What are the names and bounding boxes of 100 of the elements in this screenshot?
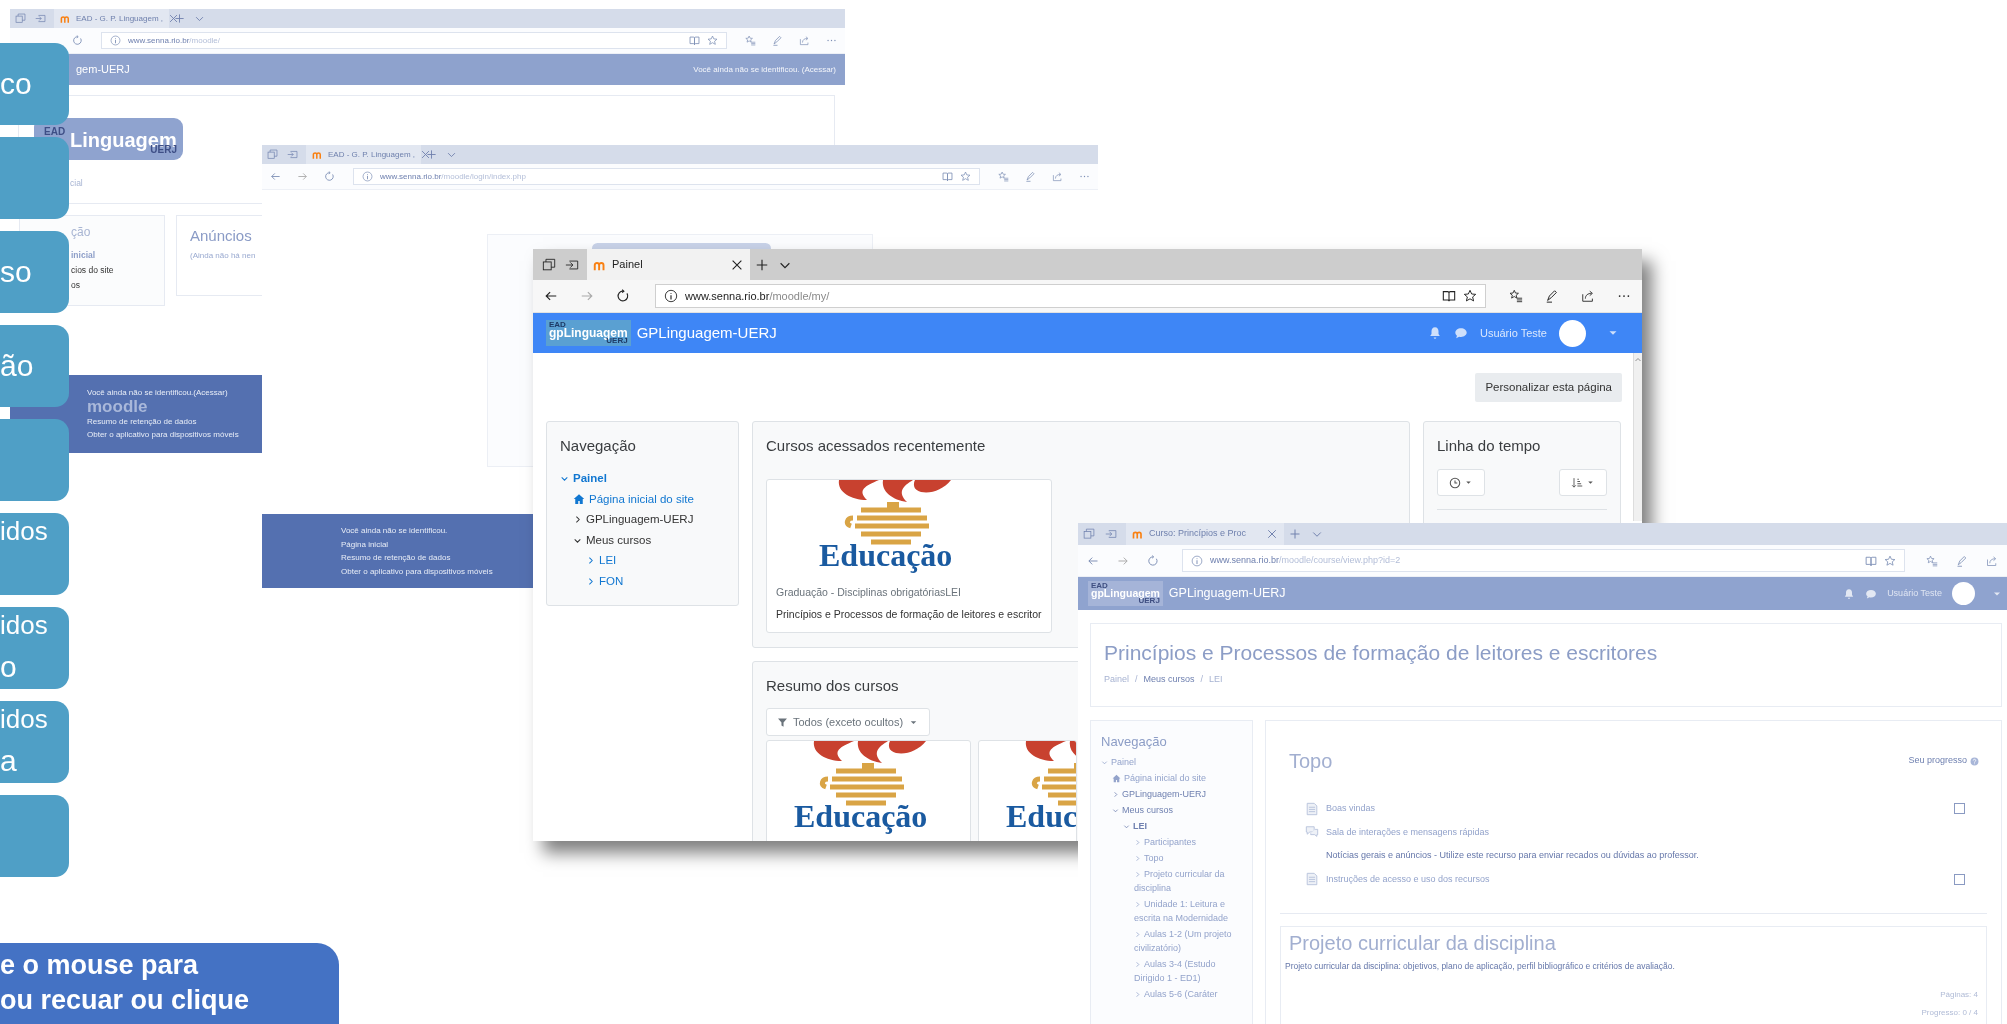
instruction-callout: e o mouse para ou recuar ou clique [0, 943, 339, 1024]
forward-arrow-icon[interactable] [580, 289, 594, 303]
chat-icon[interactable] [1865, 587, 1878, 600]
chat-icon[interactable] [1453, 326, 1468, 340]
tree-link[interactable]: Aulas 5-6 (Caráter [1134, 986, 1242, 1002]
avatar[interactable] [1952, 582, 1975, 605]
tree-link[interactable]: Painel [560, 468, 725, 489]
filter-dropdown[interactable]: Todos (exceto ocultos) [766, 708, 931, 736]
tree-link[interactable]: GPLinguagem-UERJ [1112, 786, 1242, 802]
breadcrumb-link[interactable]: Painel [1104, 673, 1130, 687]
address-bar[interactable]: www.senna.rio.br/moodle/login/index.php [353, 168, 980, 185]
tree-link[interactable]: Topo [1134, 850, 1242, 866]
tree-link[interactable]: Página inicial do site [573, 488, 725, 509]
site-name-link[interactable]: GPLinguagem-UERJ [1168, 584, 1286, 603]
sort-dropdown[interactable] [1559, 469, 1607, 496]
favorites-list-icon[interactable] [1509, 289, 1523, 303]
customize-page-button[interactable]: Personalizar esta página [1475, 373, 1622, 402]
tree-link[interactable]: Aulas 1-2 (Um projeto civilizatório) [1134, 926, 1242, 956]
share-icon[interactable] [1581, 289, 1595, 303]
chevron-right-icon[interactable] [586, 576, 595, 586]
new-tab-icon[interactable] [754, 257, 769, 272]
activity-link[interactable]: Instruções de acesso e uso dos recursos [1326, 872, 1490, 886]
tree-link[interactable]: Painel [1101, 754, 1242, 770]
user-name[interactable]: Usuário Teste [1479, 324, 1547, 342]
nav-link[interactable]: cios do site [71, 263, 164, 278]
bell-icon[interactable] [1843, 587, 1856, 600]
tree-link[interactable]: Página inicial do site [1112, 770, 1242, 786]
course-card[interactable]: Educação Graduação - Disciplinas obrigatóriasLEI Princípios e Processos de formação de leitores e escritor [766, 479, 1052, 633]
back-arrow-icon[interactable] [544, 289, 558, 303]
footer-link[interactable]: Página inicial [341, 537, 389, 551]
tree-link[interactable]: LEI [1123, 818, 1242, 834]
document-icon [1305, 872, 1319, 887]
course-category: Graduação - Disciplinas obrigatóriasLEI [776, 585, 962, 600]
forward-arrow-icon[interactable] [297, 171, 308, 182]
completion-checkbox[interactable] [1954, 873, 1965, 885]
activity-link[interactable]: Boas vindas [1326, 802, 1376, 816]
breadcrumb-link[interactable]: cial [70, 177, 83, 190]
tree-link[interactable]: Participantes [1134, 834, 1242, 850]
course-card[interactable]: Educ [978, 740, 1077, 841]
forum-icon [1305, 825, 1319, 840]
browser-tab[interactable]: Painel [587, 249, 750, 280]
activity-description: Notícias gerais e anúncios - Utilize este recurso para enviar recados ou dúvidas ao professor. [1326, 849, 1699, 862]
forward-arrow-icon[interactable] [1117, 554, 1129, 567]
pen-icon[interactable] [1545, 289, 1559, 303]
sort-icon [1571, 476, 1583, 489]
scrollbar[interactable] [1633, 353, 1642, 521]
menu-tile: idos [0, 513, 69, 595]
course-name-link[interactable]: Princípios e Processos de formação de leitores e escritor [776, 606, 1042, 622]
site-name-link[interactable]: gem-UERJ [76, 61, 130, 78]
star-icon[interactable] [1884, 554, 1896, 567]
avatar[interactable] [1559, 319, 1586, 347]
chevron-right-icon[interactable] [586, 556, 595, 566]
scroll-up-icon[interactable] [1634, 356, 1642, 364]
clock-icon [1449, 476, 1461, 489]
refresh-icon[interactable] [616, 289, 630, 303]
address-bar[interactable]: www.senna.rio.br/moodle/ [101, 32, 727, 49]
section-title: Topo [1289, 749, 1333, 773]
tabs-icon[interactable] [541, 257, 556, 272]
login-link[interactable]: (Acessar) [193, 386, 228, 399]
footer-link[interactable]: Resumo de retenção de dados [87, 415, 197, 428]
star-icon[interactable] [960, 171, 971, 182]
nav-link[interactable]: os [71, 278, 164, 293]
new-tab-icon[interactable] [173, 13, 185, 24]
tree-link[interactable]: LEI [586, 550, 725, 571]
favicon-icon [312, 149, 323, 160]
user-name[interactable]: Usuário Teste [1887, 586, 1942, 601]
completion-checkbox[interactable] [1954, 803, 1965, 815]
card-title: Linha do tempo [1437, 436, 1541, 456]
tree-link[interactable]: Unidade 1: Leitura e escrita na Modernidade [1134, 896, 1242, 926]
tree-link[interactable]: Meus cursos [573, 529, 725, 550]
site-name-link[interactable]: GPLinguagem-UERJ [636, 321, 777, 345]
set-aside-tabs-icon[interactable] [564, 257, 579, 272]
time-filter-dropdown[interactable] [1437, 469, 1485, 496]
browser-tab[interactable]: Curso: Princípios e Proc [1126, 523, 1284, 545]
footer-link[interactable]: Obter o aplicativo para dispositivos móveis [87, 428, 239, 441]
tree-link[interactable]: GPLinguagem-UERJ [573, 509, 725, 530]
footer-link[interactable]: Obter o aplicativo para dispositivos móveis [341, 564, 493, 578]
tree-link[interactable]: FON [586, 570, 725, 591]
address-bar[interactable]: www.senna.rio.br/moodle/course/view.php?id=2 [1182, 549, 1905, 572]
breadcrumb-separator: / [1135, 673, 1138, 686]
tree-link[interactable]: Aulas 3-4 (Estudo Dirigido 1 - ED1) [1134, 956, 1242, 986]
card-title: Cursos acessados recentemente [766, 436, 986, 456]
book-icon[interactable] [1442, 289, 1456, 303]
address-bar[interactable]: www.senna.rio.br/moodle/my/ [655, 284, 1486, 308]
tree-link[interactable]: Projeto curricular da disciplina [1134, 866, 1242, 896]
course-card[interactable]: Educação [766, 740, 971, 841]
card-title: Navegação [560, 436, 636, 456]
new-tab-icon[interactable] [425, 149, 437, 160]
tree-link[interactable]: Meus cursos [1112, 802, 1242, 818]
star-icon[interactable] [707, 35, 718, 46]
nav-link[interactable]: inicial [71, 248, 164, 263]
star-icon[interactable] [1463, 289, 1477, 303]
breadcrumb-link[interactable]: Meus cursos [1143, 673, 1195, 687]
new-tab-icon[interactable] [1289, 528, 1301, 540]
breadcrumb-link[interactable]: LEI [1209, 673, 1223, 687]
chevron-down-icon[interactable] [560, 474, 569, 484]
activity-link[interactable]: Sala de interações e mensagens rápidas [1326, 825, 1490, 839]
footer-link[interactable]: Resumo de retenção de dados [341, 551, 451, 565]
chevron-right-icon[interactable] [573, 515, 582, 525]
help-icon[interactable] [1970, 756, 1979, 766]
